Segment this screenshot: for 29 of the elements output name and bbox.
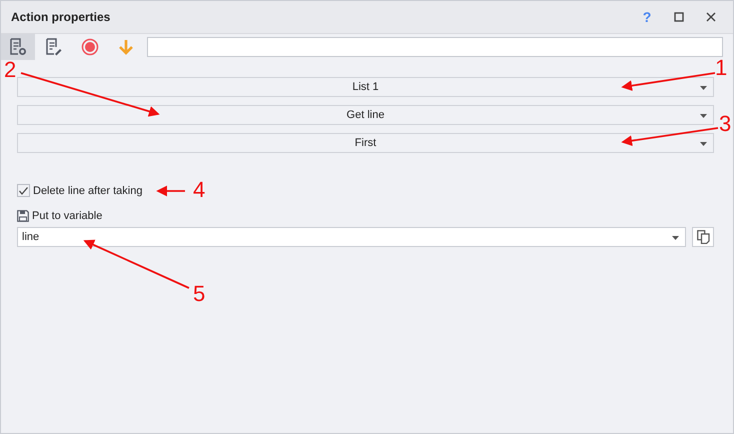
toolbar-button[interactable] — [1, 34, 35, 60]
checkbox-label: Delete line after taking — [33, 184, 142, 196]
caret-icon — [700, 86, 707, 90]
annotation-number: 1 — [715, 57, 728, 79]
annotation-arrow — [156, 186, 185, 196]
edit-document-icon — [45, 38, 63, 56]
checkmark-icon — [19, 186, 28, 194]
annotation-number: 4 — [193, 179, 206, 201]
dropdown[interactable]: First — [17, 133, 714, 153]
dropdown[interactable]: Get line — [17, 105, 714, 125]
caret-icon — [700, 142, 707, 146]
input-field[interactable] — [147, 37, 723, 57]
close-icon — [706, 12, 716, 22]
caret-icon — [672, 236, 679, 240]
record-icon — [81, 38, 99, 56]
copy-button[interactable] — [692, 227, 714, 247]
caret-icon — [700, 114, 707, 118]
variable-label: Put to variable — [32, 210, 102, 222]
annotation-number: 5 — [193, 283, 206, 305]
down-arrow-icon — [117, 38, 135, 56]
annotation-number: 3 — [719, 113, 732, 135]
maximize-icon — [674, 12, 684, 22]
checkbox[interactable] — [17, 184, 30, 197]
dropdown[interactable]: List 1 — [17, 77, 714, 97]
settings-document-icon — [9, 38, 27, 56]
variable-field[interactable]: line — [17, 227, 686, 247]
annotation-number: 2 — [4, 59, 16, 81]
window-title: Action properties — [11, 10, 112, 24]
copy-icon — [696, 230, 710, 244]
